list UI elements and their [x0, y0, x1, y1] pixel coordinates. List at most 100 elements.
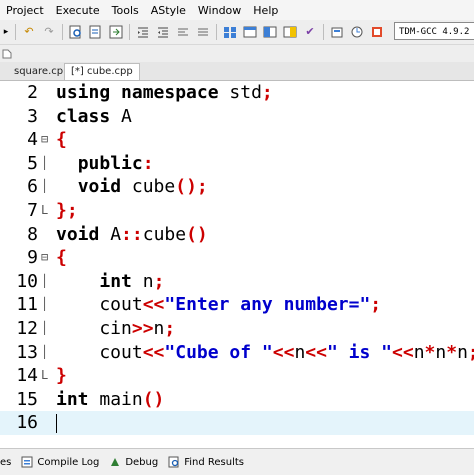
undo-icon[interactable]: ↶ — [21, 24, 37, 40]
code-text: void A::cube() — [56, 223, 208, 245]
find-results-icon — [168, 456, 180, 468]
code-text: using namespace std; — [56, 82, 273, 103]
compiler-select[interactable]: TDM-GCC 4.9.2 6 — [394, 22, 474, 40]
code-line: 12 │ cin>>n; — [0, 317, 474, 341]
rebuild-icon[interactable] — [282, 24, 298, 40]
replace-icon[interactable] — [88, 24, 104, 40]
code-text: }; — [56, 200, 78, 221]
bottom-panel-tabs: es Compile Log Debug Find Results — [0, 448, 474, 475]
menu-project[interactable]: Project — [0, 4, 50, 17]
run-icon[interactable] — [242, 24, 258, 40]
fold-line-icon: │ — [41, 155, 49, 170]
toolbar-overflow-icon[interactable]: ▸ — [2, 24, 10, 40]
code-line: 10 │ int n; — [0, 270, 474, 294]
debug-icon[interactable] — [329, 24, 345, 40]
fold-end-icon: L — [41, 368, 49, 383]
code-text — [56, 411, 57, 435]
profile-icon[interactable] — [349, 24, 365, 40]
menu-tools[interactable]: Tools — [106, 4, 145, 17]
code-line: 4 ⊟ { — [0, 128, 474, 152]
line-number: 4 — [27, 129, 38, 151]
line-number: 12 — [16, 318, 38, 339]
code-text: class A — [56, 105, 132, 127]
find-icon[interactable] — [68, 24, 84, 40]
line-number: 14 — [16, 365, 38, 387]
tab-cube-cpp[interactable]: [*] cube.cpp — [64, 63, 140, 80]
code-text: int main() — [56, 388, 165, 410]
code-text: cout<<"Enter any number="; — [56, 294, 382, 316]
compile-icon[interactable] — [222, 24, 238, 40]
fold-line-icon: │ — [41, 344, 49, 359]
menu-execute[interactable]: Execute — [50, 4, 106, 17]
line-number: 13 — [16, 341, 38, 363]
fold-line-icon: │ — [41, 321, 49, 335]
compile-run-icon[interactable] — [262, 24, 278, 40]
debug-icon — [109, 456, 121, 468]
menu-bar: Project Execute Tools AStyle Window Help — [0, 0, 474, 20]
current-code-line: 16 — [0, 411, 474, 435]
toolbar-separator — [323, 24, 324, 40]
line-number: 2 — [27, 82, 38, 103]
panel-tab-label: es — [0, 456, 12, 468]
menu-astyle[interactable]: AStyle — [145, 4, 192, 17]
code-text: cin>>n; — [56, 318, 176, 339]
stop-icon[interactable] — [369, 24, 385, 40]
code-text: { — [56, 129, 67, 151]
code-line: 2 using namespace std; — [0, 81, 474, 105]
code-text: } — [56, 365, 67, 387]
code-text: cout<<"Cube of "<<n<<" is "<<n*n*n; — [56, 341, 474, 363]
code-line: 9 ⊟ { — [0, 246, 474, 270]
code-line: 5 │ public: — [0, 152, 474, 176]
new-file-icon[interactable] — [2, 46, 12, 62]
panel-tab-resources[interactable]: es — [0, 457, 11, 468]
toggle-comment-icon[interactable] — [175, 24, 191, 40]
text-caret — [56, 413, 57, 433]
toolbar-separator — [62, 24, 63, 40]
code-line: 15 int main() — [0, 388, 474, 412]
code-line: 7 L }; — [0, 199, 474, 223]
code-line: 13 │ cout<<"Cube of "<<n<<" is "<<n*n*n; — [0, 341, 474, 365]
menu-window[interactable]: Window — [192, 4, 247, 17]
panel-tab-debug[interactable]: Debug — [109, 456, 158, 468]
panel-tab-label: Find Results — [184, 456, 244, 468]
line-number: 10 — [16, 270, 38, 292]
code-text: { — [56, 247, 67, 269]
line-number: 7 — [27, 200, 38, 221]
fold-line-icon: │ — [41, 297, 49, 312]
goto-icon[interactable] — [108, 24, 124, 40]
code-text: public: — [77, 152, 154, 174]
main-toolbar: ▸ ↶ ↷ ✔ TDM-GCC 4.9.2 6 — [0, 20, 474, 45]
toolbar-separator — [129, 24, 130, 40]
line-number: 9 — [27, 247, 38, 269]
code-line: 8 void A::cube() — [0, 223, 474, 247]
line-number: 15 — [16, 388, 38, 410]
line-number: 5 — [27, 152, 38, 174]
menu-help[interactable]: Help — [247, 4, 284, 17]
indent-icon[interactable] — [135, 24, 151, 40]
unindent-icon[interactable] — [155, 24, 171, 40]
panel-tab-find-results[interactable]: Find Results — [168, 456, 244, 468]
editor-tabs: square.cpp [*] cube.cpp — [0, 62, 474, 81]
toolbar-separator — [15, 24, 16, 40]
line-number: 16 — [16, 412, 38, 434]
code-line: 14 L } — [0, 364, 474, 388]
code-text: int n; — [99, 270, 165, 292]
code-line: 11 │ cout<<"Enter any number="; — [0, 293, 474, 317]
code-editor[interactable]: 2 using namespace std; 3 class A 4 ⊟ { 5… — [0, 81, 474, 448]
panel-tab-compile-log[interactable]: Compile Log — [21, 456, 99, 468]
line-number: 6 — [27, 176, 38, 198]
fold-collapse-icon[interactable]: ⊟ — [41, 128, 48, 152]
fold-line-icon: │ — [41, 179, 49, 194]
compile-log-icon — [21, 456, 33, 468]
redo-icon[interactable]: ↷ — [41, 24, 57, 40]
line-number: 11 — [16, 294, 38, 316]
code-line: 3 class A — [0, 105, 474, 129]
fold-collapse-icon[interactable]: ⊟ — [41, 246, 48, 270]
check-icon[interactable]: ✔ — [302, 24, 318, 40]
fold-line-icon: │ — [41, 273, 49, 288]
bookmark-icon[interactable] — [195, 24, 211, 40]
panel-tab-label: Compile Log — [37, 456, 100, 468]
code-text: void cube(); — [77, 176, 208, 198]
fold-end-icon: L — [41, 203, 49, 217]
panel-tab-label: Debug — [125, 456, 159, 468]
